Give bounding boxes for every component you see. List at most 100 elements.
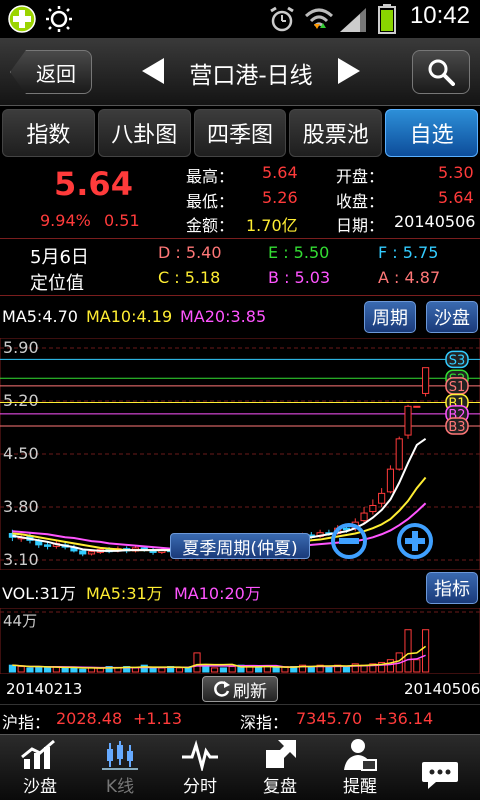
nav-sandbox-label: 沙盘 [23,777,57,797]
y-tick-label: 3.80 [3,497,39,516]
volume-bar [211,667,219,673]
volume-bar [35,666,43,673]
open-value: 5.30 [438,163,474,182]
alarm-icon [270,6,294,32]
volume-bar [404,629,412,673]
low-value: 5.26 [262,188,298,207]
change-amount: 0.51 [104,211,140,230]
volume-legend: VOL:31万 MA5:31万 MA10:20万 指标 [0,570,480,610]
y-tick-label: 3.10 [3,550,39,569]
candle-body [360,512,368,522]
candle-body [404,405,412,436]
volume-bar [325,666,333,673]
sz-index-label: 深指： [240,713,289,732]
volume-bar [202,666,210,673]
nav-replay-label: 复盘 [263,777,297,797]
close-value: 5.64 [438,188,474,207]
ma-legend: MA5:4.70 MA10:4.19 MA20:3.85 周期 沙盘 [0,297,480,339]
candle-body [369,504,377,513]
high-label: 最高： [186,167,235,186]
period-button[interactable]: 周期 [364,301,416,333]
refresh-button[interactable]: 刷新 [202,676,278,702]
search-icon [428,59,455,86]
date-range-row: 20140213 刷新 20140506 [0,674,480,704]
tab-index[interactable]: 指数 [2,109,95,157]
level-c: C : 5.18 [158,268,221,287]
date-value: 20140506 [394,212,476,231]
page-title: 营口港-日线 [189,63,313,89]
zoom-in-icon[interactable] [396,522,434,560]
tab-seasons[interactable]: 四季图 [193,109,287,157]
volume-bar [254,667,263,673]
nav-alert[interactable]: 提醒 [320,735,400,800]
wifi-icon [304,8,334,29]
nav-replay[interactable]: 复盘 [240,735,320,800]
candle-body [413,405,421,408]
volume-chart[interactable]: 44万 [0,608,480,674]
arrows-icon [266,740,296,768]
nav-intraday[interactable]: 分时 [160,735,240,800]
level-a: A : 4.87 [378,268,441,287]
quote-panel: 5.64 9.94% 0.51 最高： 5.64 最低： 5.26 金额： 1.… [0,159,480,237]
amount-label: 金额： [186,216,235,235]
level-e: E : 5.50 [268,243,330,262]
level-tag-label: B3 [448,420,465,435]
nav-sandbox[interactable]: 沙盘 [0,735,80,800]
volume-bar [228,666,236,673]
volume-bar [413,659,421,673]
tab-bagua[interactable]: 八卦图 [97,109,191,157]
candle-body [79,550,87,555]
nav-kline[interactable]: K线 [80,735,160,800]
level-d: D : 5.40 [158,243,222,262]
close-label: 收盘： [336,192,385,211]
volume-bar [263,666,271,673]
vol-value: VOL:31万 [2,584,76,603]
sandbox-button[interactable]: 沙盘 [426,301,478,333]
back-button[interactable]: 返回 [10,50,92,94]
level-tag-label: S1 [449,380,466,395]
volume-bar [8,664,16,673]
battery-icon [378,4,396,34]
tab-stock-pool[interactable]: 股票池 [289,109,383,157]
next-stock-arrow-icon[interactable] [338,58,360,84]
sh-index-label: 沪指： [2,713,51,732]
refresh-icon [214,681,230,697]
volume-bar [307,666,315,673]
volume-bar [342,666,351,673]
indicator-button[interactable]: 指标 [426,572,478,604]
zoom-out-icon[interactable] [330,522,368,560]
volume-bar [17,666,25,673]
low-label: 最低： [186,192,235,211]
search-button[interactable] [412,50,470,94]
ma20-value: MA20:3.85 [180,307,267,326]
open-label: 开盘： [336,167,385,186]
market-index-row: 沪指： 2028.48 +1.13 深指： 7345.70 +36.14 [0,704,480,734]
nav-chat[interactable] [400,735,480,800]
sz-index-change: +36.14 [374,709,434,728]
sh-index-change: +1.13 [133,709,183,728]
chart-up-icon [21,739,55,769]
chat-icon [422,762,458,789]
candle-body [386,468,395,493]
level-f: F : 5.75 [378,243,439,262]
tab-watchlist[interactable]: 自选 [385,109,478,157]
season-label: 夏季周期(仲夏) [170,533,310,559]
amount-value: 1.70亿 [246,216,298,235]
pulse-icon [182,739,218,771]
nav-alert-label: 提醒 [343,777,377,797]
volume-bar [61,667,69,673]
change-percent: 9.94% [40,211,91,230]
volume-bar [422,629,430,673]
volume-bar [26,667,34,673]
sz-index-value: 7345.70 [296,709,363,728]
sh-index-value: 2028.48 [56,709,123,728]
brightness-icon [46,6,72,32]
start-date: 20140213 [6,680,83,698]
volume-bar [219,667,227,673]
high-value: 5.64 [262,163,298,182]
volume-bar [175,667,184,673]
current-price: 5.64 [54,165,133,203]
person-icon [344,739,377,771]
volume-bar [386,659,395,673]
volume-bar [131,667,140,673]
